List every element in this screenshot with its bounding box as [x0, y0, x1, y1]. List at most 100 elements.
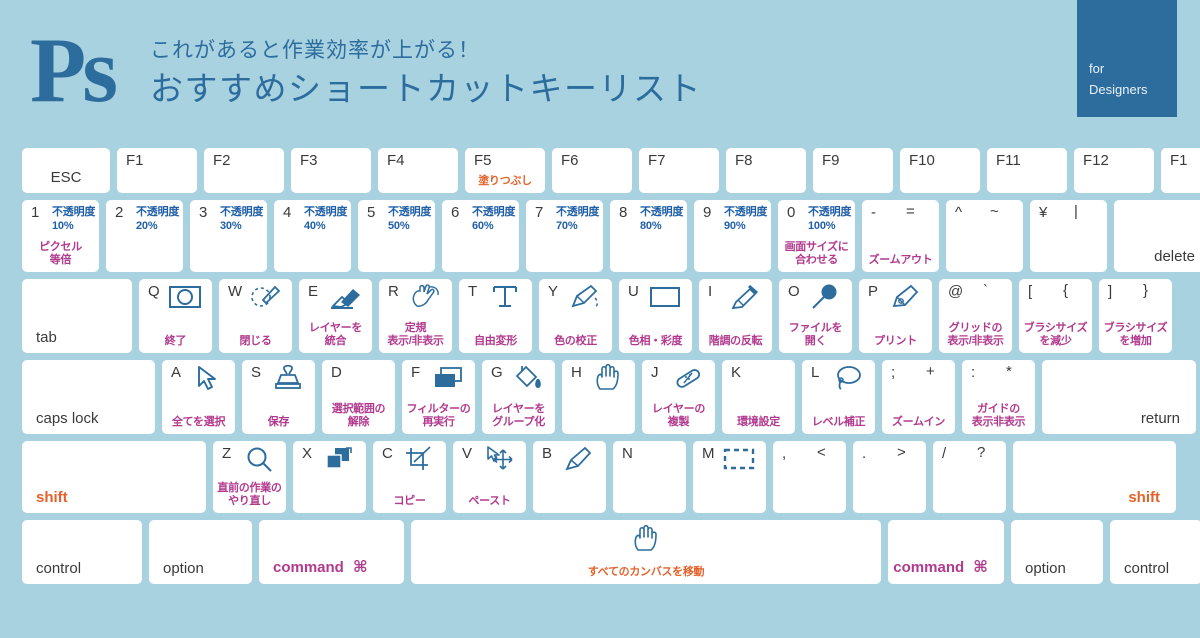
key-q-2-1[interactable]: Q 終了: [139, 279, 212, 353]
key-control-5-6[interactable]: control: [1110, 520, 1200, 584]
key-glyph: 8: [619, 204, 628, 221]
key-f5-0-5[interactable]: F5 塗りつぶし: [465, 148, 545, 193]
key-0-1-9[interactable]: 0 不透明度 100% 画面サイズに 合わせる: [778, 200, 855, 272]
key-f3-0-3[interactable]: F3: [291, 148, 371, 193]
key-command-5-4[interactable]: command ⌘: [888, 520, 1004, 584]
key-s-3-2[interactable]: S 保存: [242, 360, 315, 434]
key-glyph: X: [302, 445, 313, 462]
key-shortcut-caption: 保存: [267, 415, 290, 428]
key-f6-0-6[interactable]: F6: [552, 148, 632, 193]
key-6-1-5[interactable]: 6 不透明度 60%: [442, 200, 519, 272]
key-i-2-8[interactable]: I 階調の反転: [699, 279, 772, 353]
key-glyph: L: [811, 364, 820, 381]
key-5-1-4[interactable]: 5 不透明度 50%: [358, 200, 435, 272]
key-p-2-10[interactable]: P プリント: [859, 279, 932, 353]
shortcut-poster: Ps これがあると作業効率が上がる！ おすすめショートカットキーリスト for …: [0, 0, 1200, 638]
key-8-1-7[interactable]: 8 不透明度 80%: [610, 200, 687, 272]
key-f8-0-8[interactable]: F8: [726, 148, 806, 193]
key-f12-0-12[interactable]: F12: [1074, 148, 1154, 193]
key-shift-4-0[interactable]: shift: [22, 441, 206, 513]
key-shortcut-caption: コピー: [393, 494, 426, 507]
key-x-4-2[interactable]: X: [293, 441, 366, 513]
key-f1-0-13[interactable]: F1: [1161, 148, 1200, 193]
key-f9-0-9[interactable]: F9: [813, 148, 893, 193]
key-9-1-8[interactable]: 9 不透明度 90%: [694, 200, 771, 272]
key-r-2-4[interactable]: R 定規 表示/非表示: [379, 279, 452, 353]
key-b-4-5[interactable]: B: [533, 441, 606, 513]
key-glyph: 4: [283, 204, 292, 221]
key-y-2-6[interactable]: Y 色の校正: [539, 279, 612, 353]
key-z-4-1[interactable]: Z 直前の作業の やり直し: [213, 441, 286, 513]
key-glyph: ]: [1108, 283, 1113, 300]
key-f1-0-1[interactable]: F1: [117, 148, 197, 193]
key-f11-0-11[interactable]: F11: [987, 148, 1067, 193]
key-shortcut-caption: ファイルを 開く: [788, 321, 843, 347]
key-a-3-1[interactable]: A 全てを選択: [162, 360, 235, 434]
key-key-1-10[interactable]: - = ズームアウト: [862, 200, 939, 272]
key-f4-0-4[interactable]: F4: [378, 148, 458, 193]
key-o-2-9[interactable]: O ファイルを 開く: [779, 279, 852, 353]
key-glyph: 0: [787, 204, 796, 221]
key-shortcut-caption: 環境設定: [737, 415, 780, 428]
key-key-4-10[interactable]: /?: [933, 441, 1006, 513]
key-j-3-7[interactable]: J レイヤーの 複製: [642, 360, 715, 434]
key-f7-0-7[interactable]: F7: [639, 148, 719, 193]
key-glyph: [: [1028, 283, 1033, 300]
key-return-3-12[interactable]: return: [1042, 360, 1196, 434]
key-glyph: V: [462, 445, 473, 462]
key-key-1-11[interactable]: ^ ~: [946, 200, 1023, 272]
key-word-label: tab: [36, 329, 57, 346]
key-shortcut-caption: 画面サイズに 合わせる: [784, 240, 849, 266]
key-e-2-3[interactable]: E レイヤーを 統合: [299, 279, 372, 353]
key-word-label: delete: [1154, 248, 1195, 265]
key-1-1-0[interactable]: 1 不透明度 10% ピクセル 等倍: [22, 200, 99, 272]
key-n-4-6[interactable]: N: [613, 441, 686, 513]
key-key-1-12[interactable]: ¥ |: [1030, 200, 1107, 272]
key-u-2-7[interactable]: U 色相・彩度: [619, 279, 692, 353]
key-key-3-10[interactable]: ; + ズームイン: [882, 360, 955, 434]
key-opacity-label: 不透明度 80%: [640, 206, 684, 232]
key-d-3-3[interactable]: D 選択範囲の 解除: [322, 360, 395, 434]
key-glyph: D: [331, 364, 342, 381]
key-key-2-11[interactable]: @ ` グリッドの 表示/非表示: [939, 279, 1012, 353]
key-glyph: W: [228, 283, 243, 300]
key-f10-0-10[interactable]: F10: [900, 148, 980, 193]
key-3-1-2[interactable]: 3 不透明度 30%: [190, 200, 267, 272]
key-key-4-9[interactable]: . >: [853, 441, 926, 513]
key-l-3-9[interactable]: L レベル補正: [802, 360, 875, 434]
key-4-1-3[interactable]: 4 不透明度 40%: [274, 200, 351, 272]
key-control-5-0[interactable]: control: [22, 520, 142, 584]
key-t-2-5[interactable]: T 自由変形: [459, 279, 532, 353]
key-glyph: F5: [474, 152, 492, 169]
key-2-1-1[interactable]: 2 不透明度 20%: [106, 200, 183, 272]
key-g-3-5[interactable]: G レイヤーを グループ化: [482, 360, 555, 434]
key-command-5-2[interactable]: command ⌘: [259, 520, 404, 584]
key-caps-lock-3-0[interactable]: caps lock: [22, 360, 155, 434]
key-glyph: F11: [996, 152, 1021, 169]
key-f-3-4[interactable]: F フィルターの 再実行: [402, 360, 475, 434]
swap-colors-icon: [322, 444, 356, 474]
key-w-2-2[interactable]: W 閉じる: [219, 279, 292, 353]
key-7-1-6[interactable]: 7 不透明度 70%: [526, 200, 603, 272]
key-h-3-6[interactable]: H: [562, 360, 635, 434]
key-shortcut-caption: 閉じる: [239, 334, 272, 347]
key-delete-1-13[interactable]: delete: [1114, 200, 1200, 272]
key-m-4-7[interactable]: M: [693, 441, 766, 513]
key-word-label: command ⌘: [893, 559, 988, 576]
key-key-2-13[interactable]: ]} ブラシサイズ を増加: [1099, 279, 1172, 353]
number-row: 1 不透明度 10% ピクセル 等倍 2 不透明度 20% 3 不透明度 30% 4 不透明度 40% 5 不…: [0, 200, 1200, 272]
key-tab-2-0[interactable]: tab: [22, 279, 132, 353]
key-c-4-3[interactable]: C コピー: [373, 441, 446, 513]
key-key-2-12[interactable]: [{ブラシサイズ を減少: [1019, 279, 1092, 353]
key-option-5-1[interactable]: option: [149, 520, 252, 584]
key-shift-4-11[interactable]: shift: [1013, 441, 1176, 513]
key-glyph: /: [942, 445, 947, 462]
key-key-3-11[interactable]: : * ガイドの 表示非表示: [962, 360, 1035, 434]
key-f2-0-2[interactable]: F2: [204, 148, 284, 193]
key-key-5-3[interactable]: すべてのカンバスを移動: [411, 520, 881, 584]
key-v-4-4[interactable]: V ペースト: [453, 441, 526, 513]
key-k-3-8[interactable]: K 環境設定: [722, 360, 795, 434]
key-esc-0-0[interactable]: ESC: [22, 148, 110, 193]
key-key-4-8[interactable]: , <: [773, 441, 846, 513]
key-option-5-5[interactable]: option: [1011, 520, 1103, 584]
